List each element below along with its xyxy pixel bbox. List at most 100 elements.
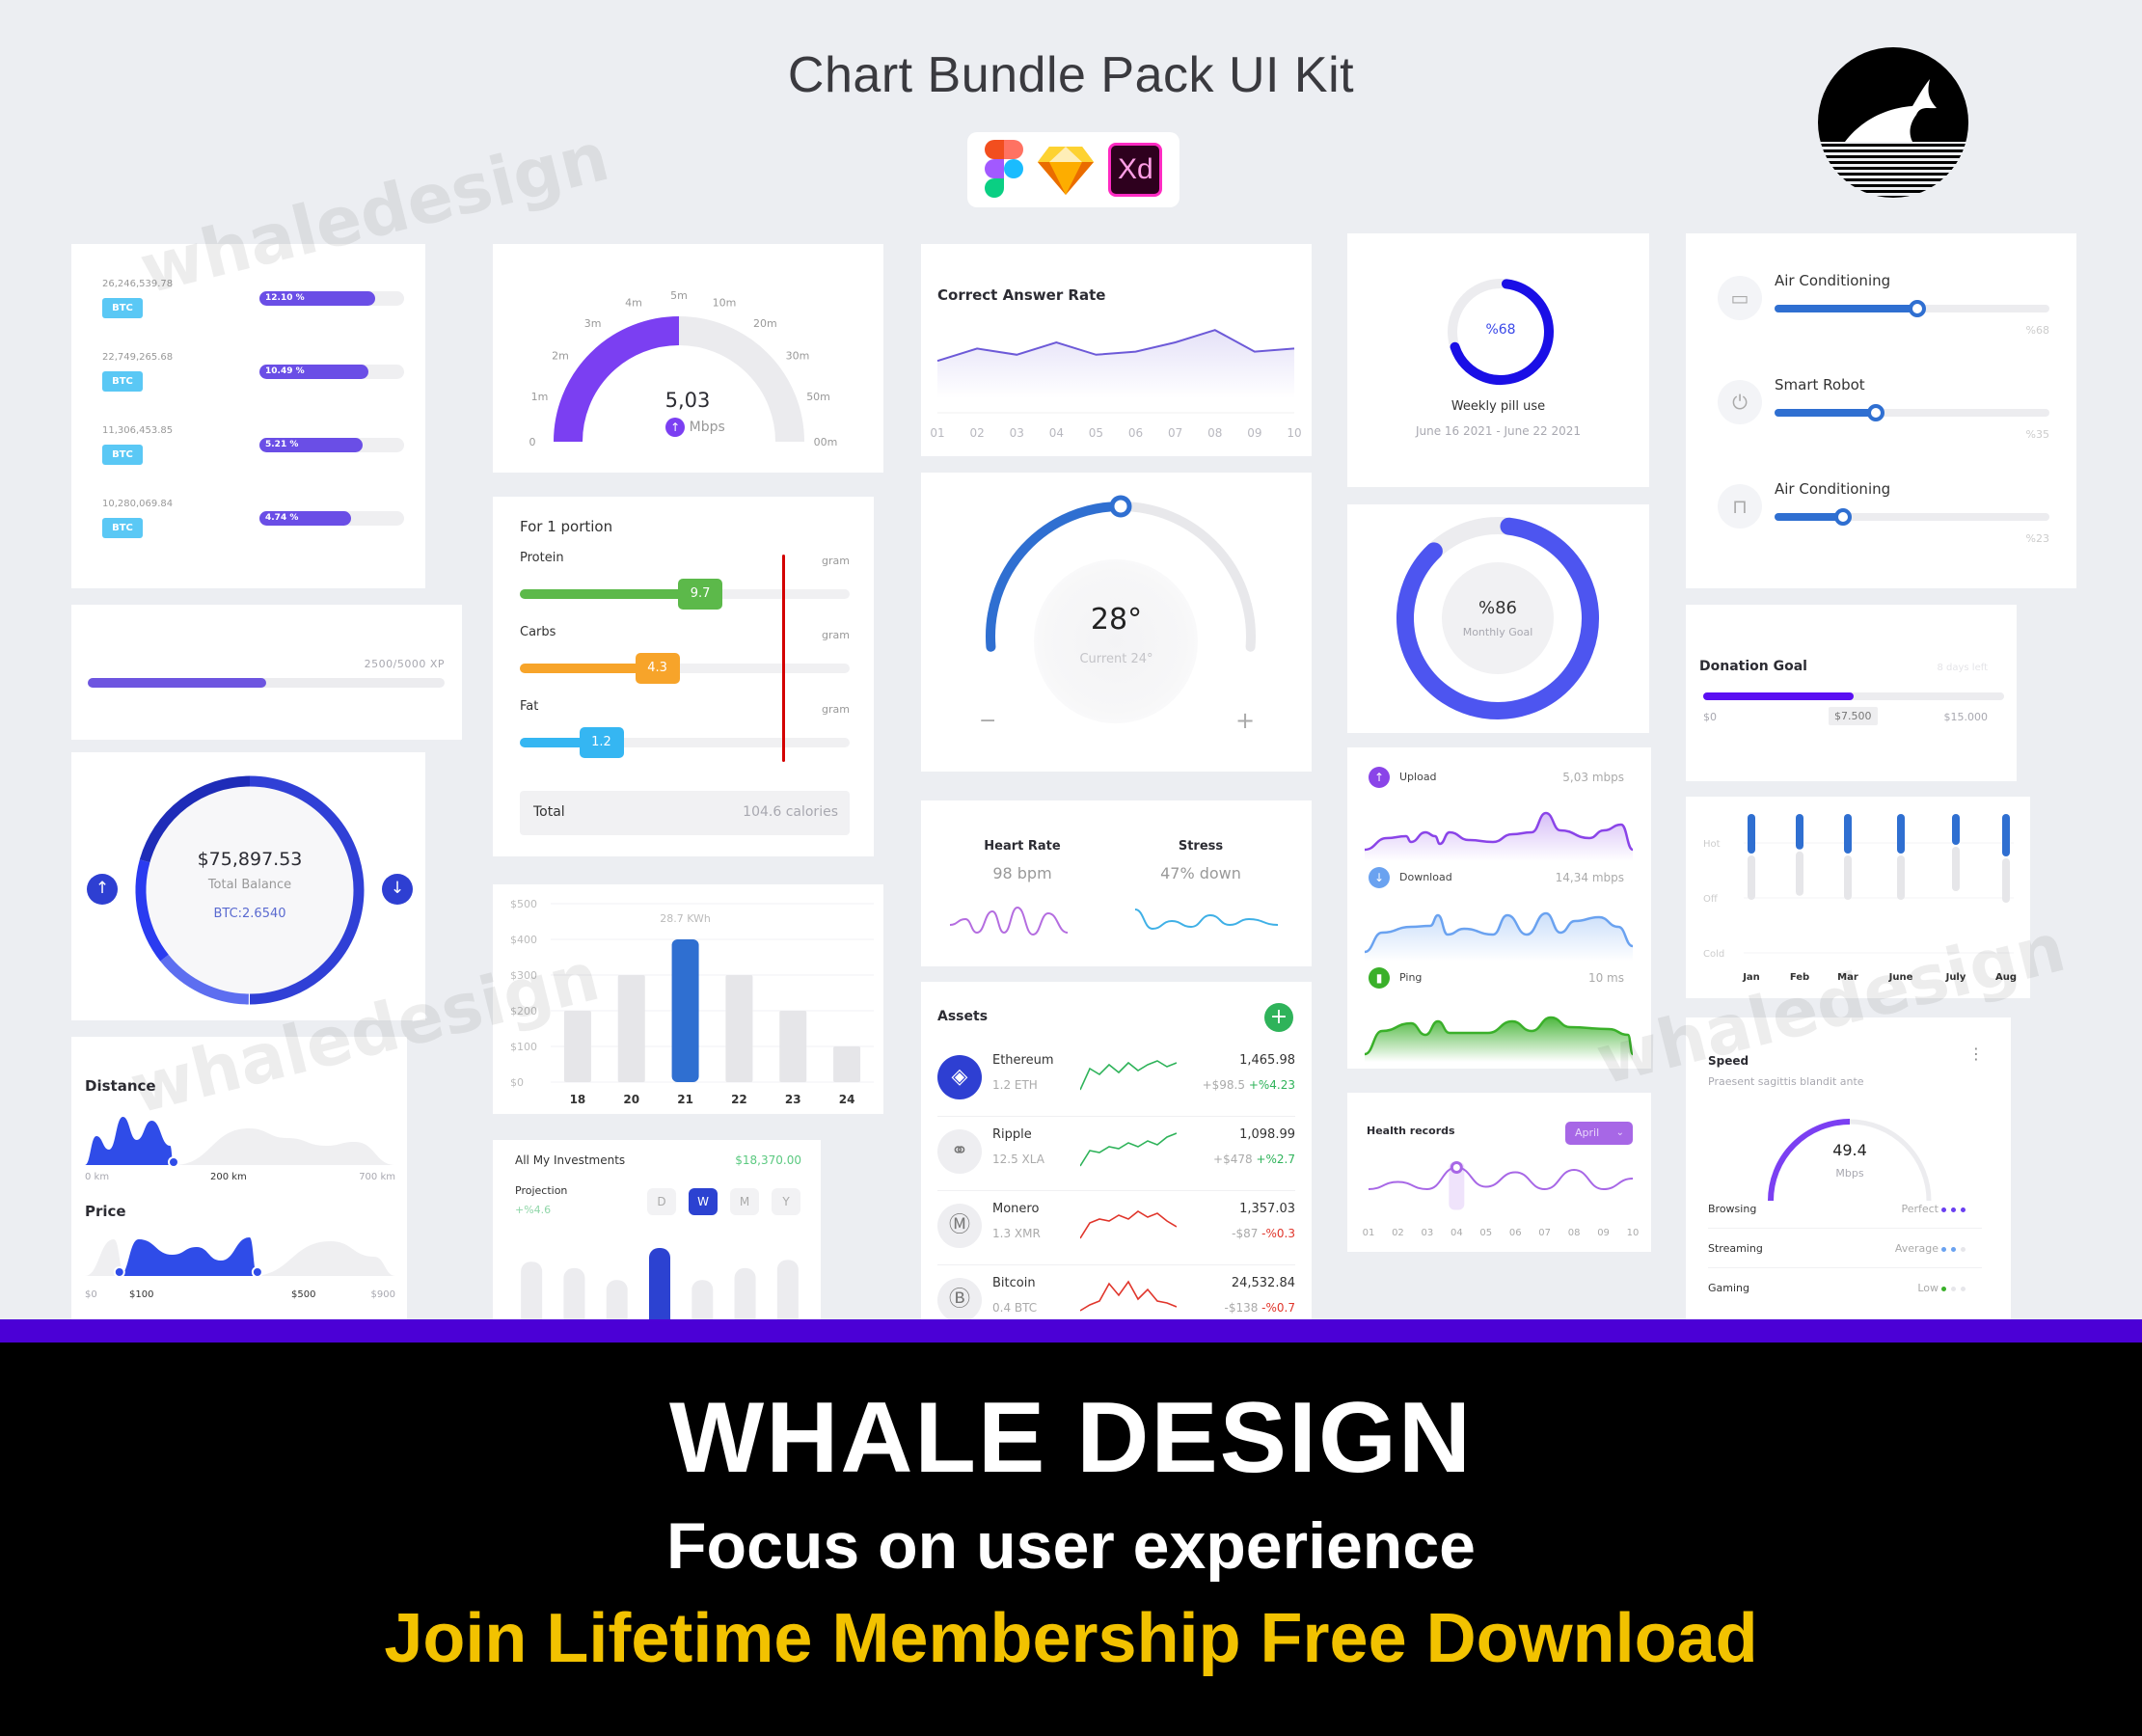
highlight-point[interactable]	[1450, 1161, 1463, 1174]
device-slider-handle[interactable]	[1867, 404, 1885, 421]
speed-value: 5,03	[664, 389, 711, 412]
network-area	[1365, 913, 1633, 962]
period-month-button[interactable]: M	[730, 1188, 759, 1215]
plus-icon: +	[1269, 1005, 1288, 1029]
y-tick-label: $200	[510, 1005, 537, 1017]
pill-title: Weekly pill use	[1451, 399, 1546, 414]
investments-bar-chart	[521, 1248, 799, 1321]
sparkline-path	[1080, 1132, 1177, 1167]
monthly-goal-card: %86 Monthly Goal	[1347, 504, 1649, 733]
pill-usage-card: %68 Weekly pill use June 16 2021 - June …	[1347, 233, 1649, 487]
period-day-button[interactable]: D	[647, 1188, 676, 1215]
asset-row[interactable]: Ⓑ Bitcoin 0.4 BTC 24,532.84 -$138 -%0.7	[921, 1264, 1312, 1321]
send-button[interactable]: ↑	[87, 874, 118, 905]
asset-row[interactable]: Ⓜ Monero 1.3 XMR 1,357.03 -$87 -%0.3	[921, 1190, 1312, 1264]
x-tick-label: July	[1945, 972, 1966, 983]
asset-change: +$478 +%2.7	[1213, 1153, 1295, 1166]
distance-handle[interactable]	[168, 1156, 179, 1167]
footer-cta[interactable]: Join Lifetime Membership Free Download	[0, 1599, 2142, 1678]
x-tick-label: 21	[677, 1093, 693, 1106]
speed-unit-row: ↑ Mbps	[647, 418, 744, 437]
y-tick-label: Off	[1703, 894, 1719, 905]
nutrient-slider[interactable]	[520, 664, 850, 673]
x-tick-label: 07	[1538, 1228, 1551, 1238]
chevron-down-icon: ⌄	[1615, 1127, 1624, 1138]
btc-percent-bar: 10.49 %	[259, 365, 404, 379]
btc-badge: BTC	[102, 445, 143, 465]
asset-row[interactable]: ⚭ Ripple 12.5 XLA 1,098.99 +$478 +%2.7	[921, 1116, 1312, 1190]
donation-progress-fill	[1703, 692, 1854, 700]
speed-quality-unit: Mbps	[1835, 1167, 1864, 1180]
figma-icon	[984, 140, 1023, 198]
arrow-up-icon: ↑	[1369, 767, 1390, 788]
nutrient-value-handle[interactable]: 1.2	[579, 727, 624, 758]
period-week-button[interactable]: W	[689, 1188, 718, 1215]
btc-percent-label: 5.21 %	[265, 440, 299, 449]
asset-price: 1,098.99	[1239, 1127, 1295, 1142]
donation-goal-card: Donation Goal 8 days left $0 $7.500 $15.…	[1686, 605, 2017, 781]
device-slider[interactable]	[1775, 404, 2049, 421]
nutrient-slider[interactable]	[520, 738, 850, 747]
x-tick-label: 09	[1597, 1228, 1610, 1238]
distance-selected-label: 200 km	[210, 1172, 247, 1182]
heart-rate-title: Heart Rate	[984, 839, 1061, 854]
footer-tagline: Focus on user experience	[666, 1509, 1476, 1583]
network-label: Upload	[1399, 771, 1437, 783]
row-divider	[1708, 1267, 1982, 1268]
asset-name: Ripple	[992, 1127, 1032, 1142]
device-slider-fill	[1775, 513, 1844, 521]
power-icon: ⏻	[1718, 380, 1762, 424]
increase-button[interactable]: +	[1235, 707, 1255, 734]
x-tick-label: 18	[570, 1093, 586, 1106]
add-asset-button[interactable]: +	[1264, 1003, 1293, 1032]
period-year-button[interactable]: Y	[772, 1188, 800, 1215]
month-dropdown[interactable]: April ⌄	[1565, 1122, 1633, 1145]
investment-bar	[734, 1267, 756, 1321]
health-line-chart: 01 02 03 04 05 06 07 08 09 10	[1363, 1161, 1639, 1238]
price-high-handle[interactable]	[251, 1266, 263, 1278]
device-slider[interactable]	[1775, 300, 2049, 317]
thermostat-handle[interactable]	[1109, 495, 1132, 518]
asset-name: Ethereum	[992, 1053, 1054, 1068]
price-low-label: $100	[129, 1289, 154, 1300]
investments-title: All My Investments	[515, 1153, 626, 1167]
nutrient-value-handle[interactable]: 9.7	[678, 579, 723, 610]
receive-button[interactable]: ↓	[382, 874, 413, 905]
device-slider-fill	[1775, 409, 1877, 417]
balance-btc: BTC:2.6540	[213, 907, 286, 921]
decrease-button[interactable]: −	[979, 709, 996, 733]
distance-histogram[interactable]	[85, 1109, 395, 1167]
assets-title: Assets	[937, 1009, 989, 1024]
quality-level: Low	[1917, 1282, 1939, 1294]
price-min-label: $0	[85, 1289, 97, 1300]
device-slider-handle[interactable]	[1834, 508, 1853, 526]
quality-dot	[1951, 1247, 1956, 1252]
x-tick-label: 08	[1207, 426, 1222, 437]
price-low-handle[interactable]	[113, 1266, 125, 1278]
donation-title: Donation Goal	[1699, 659, 1807, 674]
device-controls-card: ▭ Air Conditioning %68 ⏻ Smart Robot %35 ⊓ Air …	[1686, 233, 2076, 588]
device-slider-handle[interactable]	[1909, 300, 1927, 317]
x-tick-label: 05	[1479, 1228, 1492, 1238]
price-histogram[interactable]	[85, 1228, 395, 1288]
arrow-down-icon: ↓	[390, 879, 405, 898]
asset-row[interactable]: ◈ Ethereum 1.2 ETH 1,465.98 +$98.5 +%4.23	[921, 1042, 1312, 1116]
device-slider[interactable]	[1775, 508, 2049, 526]
more-menu-button[interactable]: ⋮	[1968, 1046, 1984, 1062]
distance-max-label: 700 km	[359, 1172, 395, 1182]
device-name: Air Conditioning	[1775, 272, 1891, 289]
donation-max: $15.000	[1943, 711, 1989, 723]
device-slider-fill	[1775, 305, 1918, 312]
vitals-card: Heart Rate 98 bpm Stress 47% down	[921, 800, 1312, 966]
temperature-range-card: Hot Off Cold Jan Feb Mar June July Aug	[1686, 797, 2030, 998]
asset-price: 1,465.98	[1239, 1053, 1295, 1068]
x-tick-label: 24	[839, 1093, 855, 1106]
x-tick-label: 04	[1049, 426, 1064, 437]
nutrient-value-handle[interactable]: 4.3	[635, 653, 680, 684]
price-max-label: $900	[370, 1289, 395, 1300]
btc-percent-fill: 12.10 %	[259, 291, 375, 306]
asset-change: -$138 -%0.7	[1224, 1301, 1295, 1315]
x-tick-label: 02	[1392, 1228, 1404, 1238]
monthly-value: %86	[1478, 598, 1517, 618]
asset-change: +$98.5 +%4.23	[1203, 1078, 1295, 1092]
